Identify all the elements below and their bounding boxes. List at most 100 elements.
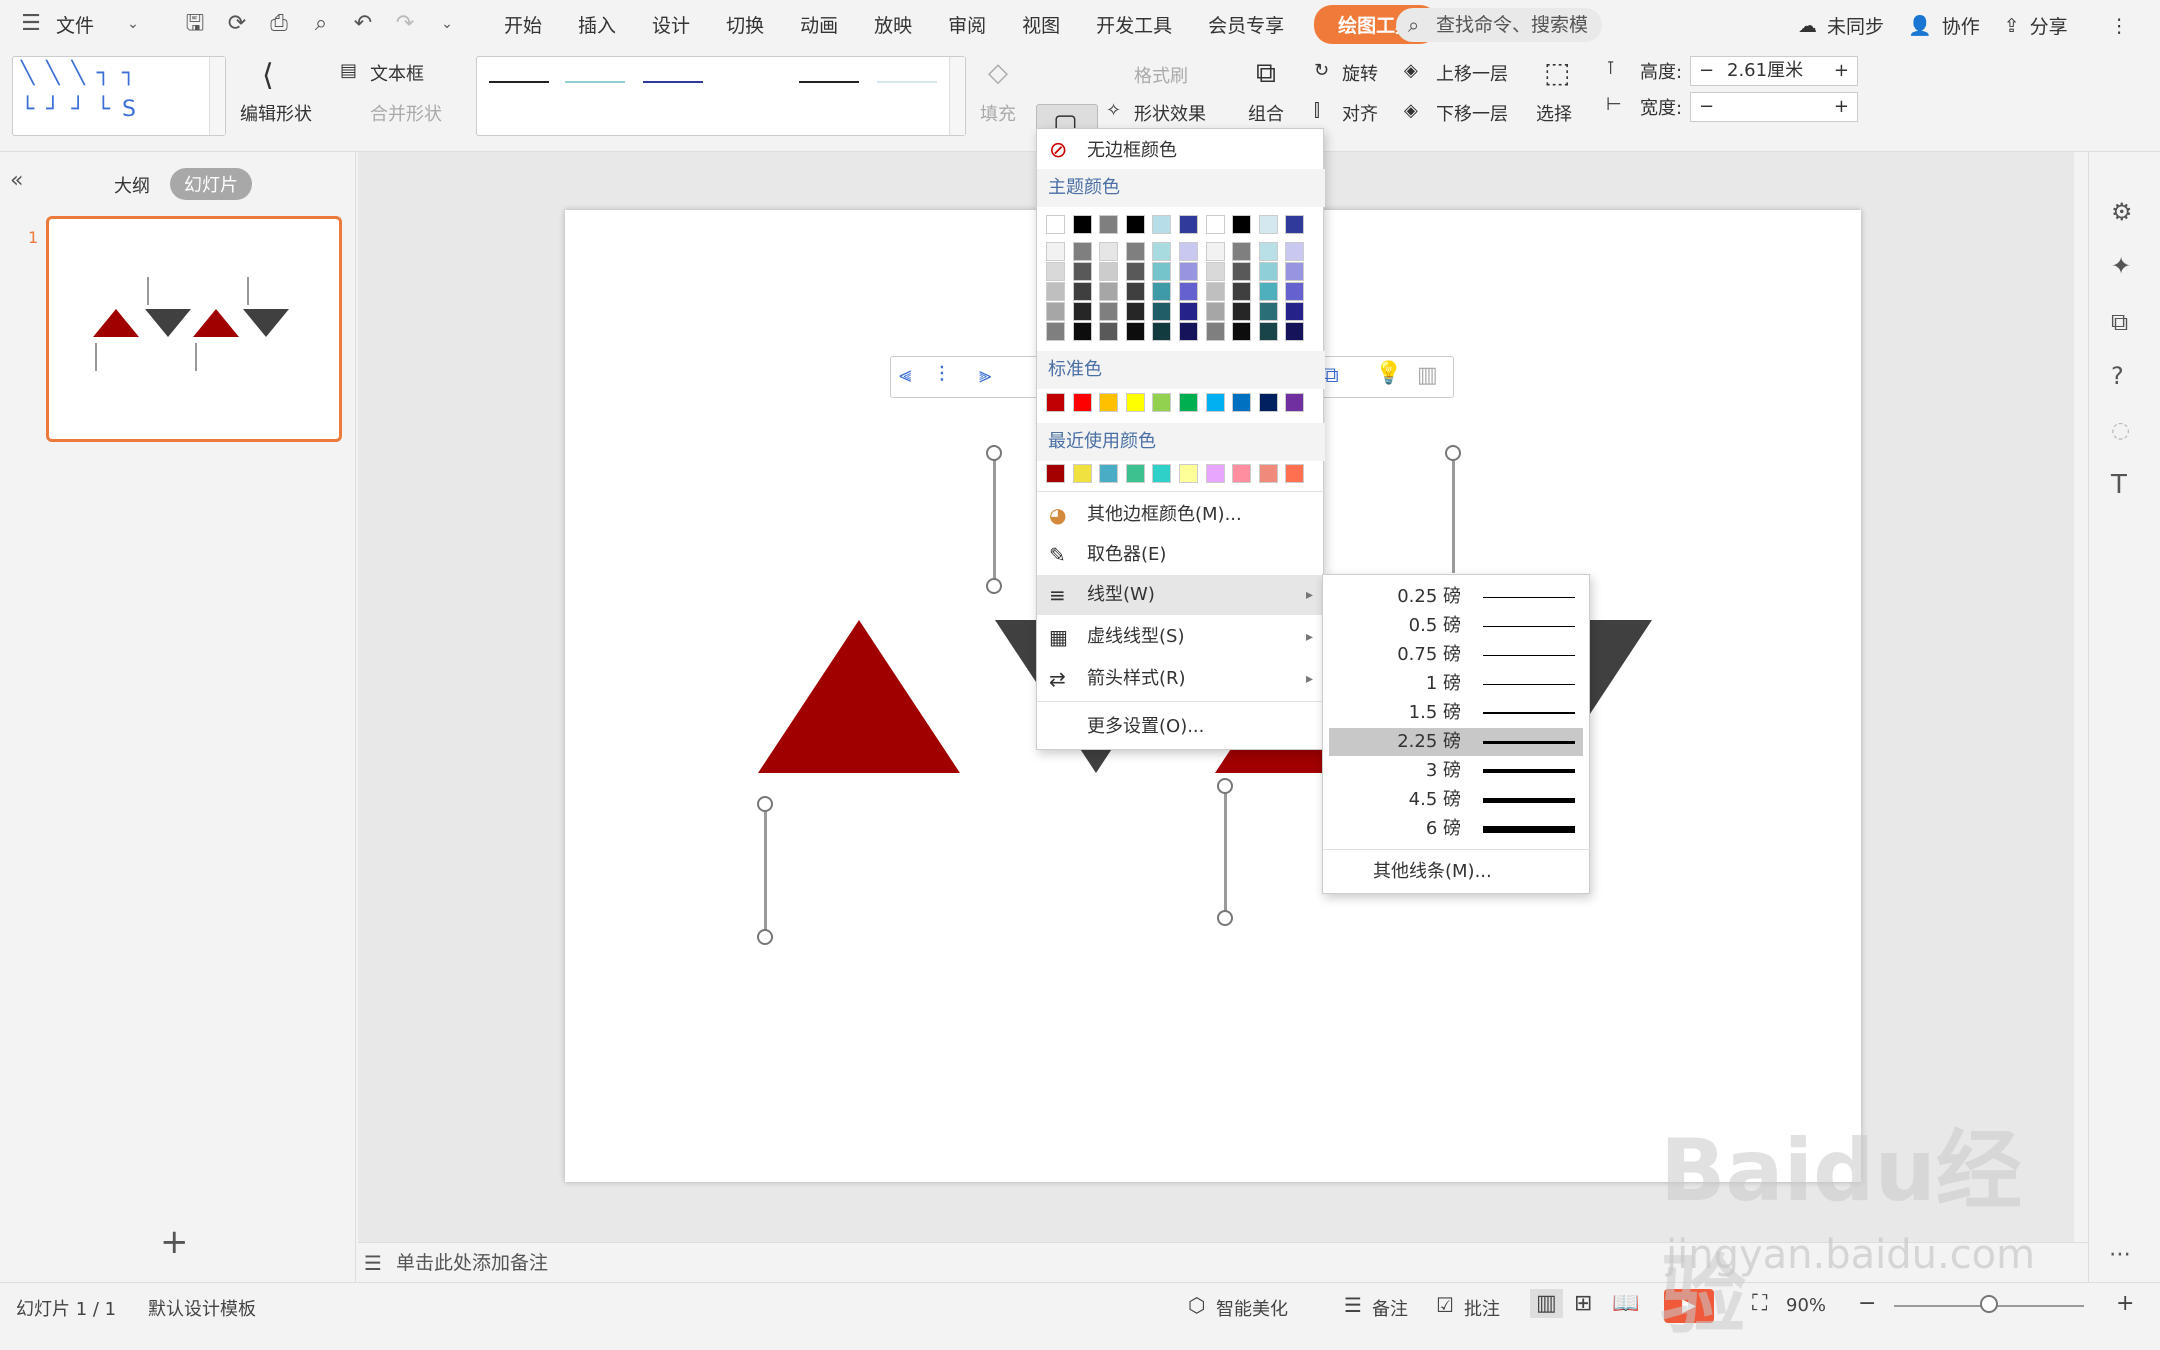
- line-weight-option[interactable]: 0.5 磅: [1329, 612, 1583, 640]
- text-icon[interactable]: T: [2111, 470, 2127, 500]
- tab-animation[interactable]: 动画: [782, 11, 856, 38]
- file-menu[interactable]: 文件: [52, 11, 112, 38]
- recent-color-swatch[interactable]: [1072, 464, 1092, 483]
- theme-shade-swatch[interactable]: [1205, 302, 1225, 321]
- width-field[interactable]: − +: [1690, 92, 1858, 122]
- line-style-gallery[interactable]: [476, 56, 966, 136]
- connector-handle[interactable]: [1217, 778, 1233, 794]
- shape-effect-icon[interactable]: ✧: [1106, 100, 1121, 121]
- recent-color-swatch[interactable]: [1258, 464, 1278, 483]
- edit-shape-button[interactable]: 编辑形状: [240, 100, 312, 126]
- tab-review[interactable]: 审阅: [930, 11, 1004, 38]
- theme-shade-swatch[interactable]: [1179, 282, 1198, 301]
- gallery-scroll[interactable]: [209, 57, 225, 135]
- hamburger-menu-icon[interactable]: ☰: [18, 11, 44, 37]
- connector-row-2[interactable]: └┘┘└S: [21, 97, 148, 122]
- theme-shade-swatch[interactable]: [1179, 262, 1198, 281]
- theme-color-swatch[interactable]: [1072, 215, 1092, 234]
- line-style-item[interactable]: ≡ 线型(W) ▸: [1037, 575, 1325, 615]
- connector-handle[interactable]: [1217, 910, 1233, 926]
- height-field[interactable]: − 2.61厘米 +: [1690, 56, 1858, 86]
- recent-color-swatch[interactable]: [1099, 464, 1119, 483]
- line-weight-option[interactable]: 1.5 磅: [1329, 699, 1583, 727]
- standard-color-swatch[interactable]: [1099, 393, 1119, 412]
- standard-color-swatch[interactable]: [1152, 393, 1172, 412]
- line-weight-option[interactable]: 4.5 磅: [1329, 786, 1583, 814]
- comments-button[interactable]: 批注: [1464, 1295, 1500, 1321]
- recent-color-swatch[interactable]: [1232, 464, 1252, 483]
- theme-shade-swatch[interactable]: [1232, 262, 1252, 281]
- customize-toolbar-icon[interactable]: ⌄: [434, 11, 460, 37]
- animation-icon[interactable]: ✦: [2111, 252, 2131, 280]
- fill-button[interactable]: 填充: [980, 100, 1016, 126]
- collapse-panel-icon[interactable]: «: [10, 168, 23, 193]
- theme-shade-swatch[interactable]: [1152, 262, 1172, 281]
- theme-color-swatch[interactable]: [1125, 215, 1145, 234]
- tab-home[interactable]: 开始: [486, 11, 560, 38]
- textbox-button[interactable]: 文本框: [370, 60, 424, 86]
- theme-shade-swatch[interactable]: [1205, 262, 1225, 281]
- theme-color-swatch[interactable]: [1046, 215, 1065, 234]
- comments-icon[interactable]: ☑: [1436, 1293, 1454, 1317]
- height-increment[interactable]: +: [1834, 57, 1849, 85]
- theme-shade-swatch[interactable]: [1072, 262, 1092, 281]
- layout-icon[interactable]: ▥: [1417, 363, 1438, 388]
- theme-shade-swatch[interactable]: [1205, 242, 1225, 261]
- textbox-icon[interactable]: ▤: [340, 60, 357, 81]
- undo-icon[interactable]: ↶: [350, 11, 376, 37]
- lightbulb-icon[interactable]: 💡: [1375, 361, 1402, 386]
- more-icon[interactable]: ⋯: [2109, 1242, 2131, 1267]
- line-weight-option[interactable]: 1 磅: [1329, 670, 1583, 698]
- theme-shade-swatch[interactable]: [1099, 282, 1119, 301]
- help-icon[interactable]: ?: [2111, 362, 2124, 390]
- recent-color-swatch[interactable]: [1205, 464, 1225, 483]
- theme-shade-swatch[interactable]: [1046, 242, 1065, 261]
- line-weight-option[interactable]: 2.25 磅: [1329, 728, 1583, 756]
- theme-shade-swatch[interactable]: [1205, 282, 1225, 301]
- smart-beautify-icon[interactable]: ⬡: [1188, 1293, 1205, 1317]
- theme-shade-swatch[interactable]: [1179, 322, 1198, 341]
- theme-shade-swatch[interactable]: [1072, 242, 1092, 261]
- width-decrement[interactable]: −: [1699, 93, 1714, 121]
- notes-toggle-icon[interactable]: ☰: [1344, 1293, 1362, 1317]
- connector-line[interactable]: [1452, 453, 1455, 573]
- connector-line[interactable]: [1224, 786, 1227, 918]
- send-backward-button[interactable]: 下移一层: [1436, 100, 1508, 126]
- standard-color-swatch[interactable]: [1125, 393, 1145, 412]
- slide-thumbnail[interactable]: [46, 216, 342, 442]
- align-button[interactable]: 对齐: [1342, 100, 1378, 126]
- slides-tab[interactable]: 幻灯片: [170, 168, 252, 200]
- connector-line[interactable]: [993, 453, 996, 587]
- tab-transition[interactable]: 切换: [708, 11, 782, 38]
- theme-color-swatch[interactable]: [1179, 215, 1198, 234]
- group-button[interactable]: 组合: [1248, 100, 1284, 126]
- dash-style-item[interactable]: ▦ 虚线线型(S) ▸: [1037, 619, 1325, 655]
- theme-color-swatch[interactable]: [1258, 215, 1278, 234]
- notes-bar[interactable]: ☰ 单击此处添加备注: [358, 1242, 2088, 1282]
- outline-tab[interactable]: 大纲: [114, 172, 150, 198]
- theme-shade-swatch[interactable]: [1046, 302, 1065, 321]
- zoom-in-button[interactable]: +: [2116, 1291, 2134, 1316]
- collab-icon[interactable]: 👤: [1908, 14, 1932, 37]
- theme-shade-swatch[interactable]: [1205, 322, 1225, 341]
- tab-view[interactable]: 视图: [1004, 11, 1078, 38]
- align-icon[interactable]: ⫿: [1314, 100, 1320, 121]
- align-left-icon[interactable]: ⫷: [899, 363, 911, 388]
- properties-icon[interactable]: ⚙: [2111, 198, 2133, 226]
- add-slide-button[interactable]: +: [160, 1222, 189, 1262]
- theme-shade-swatch[interactable]: [1179, 302, 1198, 321]
- rotate-icon[interactable]: ↻: [1314, 60, 1329, 81]
- theme-shade-swatch[interactable]: [1125, 322, 1145, 341]
- no-border-color-item[interactable]: ⊘ 无边框颜色: [1037, 133, 1325, 169]
- theme-shade-swatch[interactable]: [1232, 242, 1252, 261]
- standard-color-swatch[interactable]: [1179, 393, 1198, 412]
- eyedropper-item[interactable]: ✎ 取色器(E): [1037, 537, 1325, 573]
- tab-design[interactable]: 设计: [634, 11, 708, 38]
- chevron-down-icon[interactable]: ⌄: [120, 11, 146, 37]
- theme-shade-swatch[interactable]: [1072, 282, 1092, 301]
- sync-status[interactable]: 未同步: [1827, 12, 1884, 39]
- format-brush-button[interactable]: 格式刷: [1134, 62, 1188, 88]
- merge-shape-button[interactable]: 合并形状: [370, 100, 442, 126]
- share-icon[interactable]: ⇪: [2004, 15, 2020, 37]
- standard-color-swatch[interactable]: [1205, 393, 1225, 412]
